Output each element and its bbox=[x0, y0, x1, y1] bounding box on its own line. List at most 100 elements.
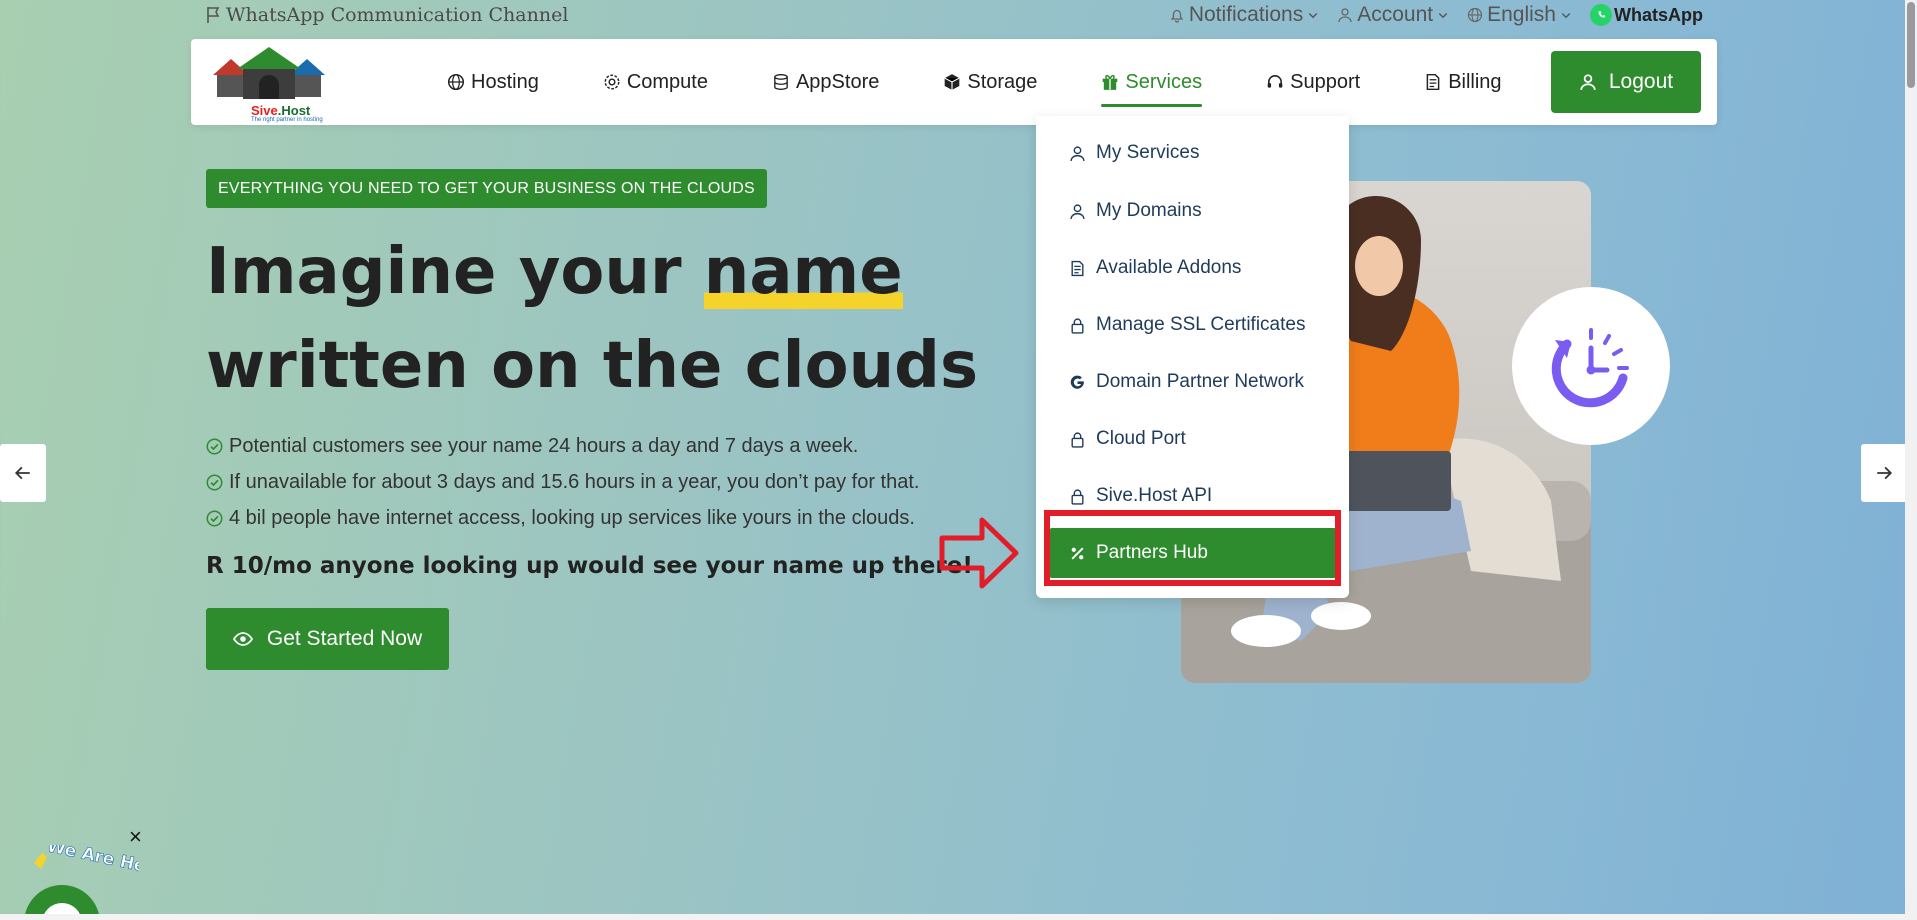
dropdown-label: Cloud Port bbox=[1096, 428, 1186, 449]
dropdown-label: Manage SSL Certificates bbox=[1096, 314, 1306, 335]
hero-title: Imagine your name written on the clouds bbox=[206, 225, 1026, 413]
nav-label: Support bbox=[1290, 70, 1361, 93]
clock-refresh-icon bbox=[1551, 328, 1629, 408]
chevron-down-icon bbox=[1308, 13, 1318, 19]
flag-icon bbox=[207, 7, 220, 23]
whatsapp-button[interactable]: WhatsApp bbox=[1590, 4, 1703, 26]
whatsapp-icon bbox=[1590, 4, 1612, 26]
nav-item-compute[interactable]: Compute bbox=[571, 39, 740, 125]
lock-icon bbox=[1071, 318, 1084, 334]
dropdown-item-my-domains[interactable]: My Domains bbox=[1049, 186, 1337, 236]
logo-tagline: The right partner in hosting bbox=[251, 117, 323, 123]
arrow-right-icon bbox=[1877, 466, 1893, 480]
nav-item-support[interactable]: Support bbox=[1234, 39, 1392, 125]
annotation-arrow-icon bbox=[938, 516, 1020, 595]
feature-list: Potential customers see your name 24 hou… bbox=[206, 428, 919, 536]
feature-text: 4 bil people have internet access, looki… bbox=[229, 506, 915, 529]
chat-widget-graphic: We Are He bbox=[24, 836, 148, 920]
nav-label: Compute bbox=[626, 70, 708, 93]
logout-button[interactable]: Logout bbox=[1551, 51, 1701, 113]
gift-icon bbox=[1103, 74, 1118, 90]
eye-icon bbox=[232, 632, 253, 646]
arrow-left-icon bbox=[14, 466, 30, 480]
lock-icon bbox=[1071, 489, 1084, 505]
dropdown-label: Domain Partner Network bbox=[1096, 371, 1305, 392]
box-icon bbox=[944, 74, 960, 90]
nav-label: Billing bbox=[1448, 70, 1502, 93]
lock-icon bbox=[1071, 432, 1084, 448]
logo-name: Sive.Host bbox=[251, 103, 311, 118]
feature-text: If unavailable for about 3 days and 15.6… bbox=[229, 470, 920, 493]
logo-huts-icon bbox=[213, 47, 325, 99]
nav-menu: Hosting Compute AppStore Storage Service… bbox=[415, 39, 1534, 125]
language-menu[interactable]: English bbox=[1467, 3, 1572, 27]
scrollbar-thumb[interactable] bbox=[1907, 2, 1915, 88]
nav-item-hosting[interactable]: Hosting bbox=[415, 39, 571, 125]
page-scrollbar[interactable] bbox=[1905, 0, 1917, 920]
slider-next-button[interactable] bbox=[1861, 444, 1907, 502]
price-line: R 10/mo anyone looking up would see your… bbox=[206, 553, 973, 579]
chevron-down-icon bbox=[1561, 13, 1571, 19]
slider-prev-button[interactable] bbox=[0, 444, 46, 502]
hero-title-part-a: Imagine your bbox=[206, 235, 704, 309]
dropdown-label: My Domains bbox=[1096, 200, 1202, 221]
hero-title-part-b: written on the clouds bbox=[206, 329, 979, 403]
whatsapp-channel-label: WhatsApp Communication Channel bbox=[226, 4, 569, 26]
dropdown-label: Sive.Host API bbox=[1096, 485, 1213, 506]
hero-title-highlight: name bbox=[703, 235, 903, 309]
nav-item-appstore[interactable]: AppStore bbox=[740, 39, 911, 125]
clock-badge bbox=[1512, 287, 1670, 445]
document-icon bbox=[1426, 73, 1440, 91]
bell-icon bbox=[1170, 9, 1184, 23]
dropdown-item-my-services[interactable]: My Services bbox=[1049, 128, 1337, 178]
nav-label: AppStore bbox=[795, 70, 880, 93]
sive-host-logo[interactable]: Sive.Host The right partner in hosting bbox=[209, 47, 329, 123]
list-item: Potential customers see your name 24 hou… bbox=[206, 428, 919, 464]
globe-icon bbox=[447, 73, 465, 91]
chat-widget[interactable]: We Are He bbox=[24, 836, 148, 920]
annotation-highlight-box bbox=[1044, 510, 1341, 586]
notifications-menu[interactable]: Notifications bbox=[1169, 3, 1319, 27]
chevron-down-icon bbox=[1438, 13, 1448, 19]
nav-label: Storage bbox=[967, 70, 1038, 93]
list-item: If unavailable for about 3 days and 15.6… bbox=[206, 464, 919, 500]
google-icon bbox=[1070, 375, 1084, 389]
dropdown-item-available-addons[interactable]: Available Addons bbox=[1049, 243, 1337, 293]
logout-label: Logout bbox=[1608, 70, 1674, 93]
user-icon bbox=[1338, 8, 1352, 23]
dropdown-item-manage-ssl[interactable]: Manage SSL Certificates bbox=[1049, 300, 1337, 350]
document-icon bbox=[1071, 260, 1084, 276]
nav-item-storage[interactable]: Storage bbox=[911, 39, 1069, 125]
check-circle-icon bbox=[206, 438, 223, 454]
nav-item-billing[interactable]: Billing bbox=[1392, 39, 1533, 125]
database-icon bbox=[774, 74, 788, 90]
utility-bar: WhatsApp Communication Channel Notificat… bbox=[0, 0, 1917, 32]
whatsapp-channel-link[interactable]: WhatsApp Communication Channel bbox=[206, 4, 568, 26]
svg-text:We Are He: We Are He bbox=[45, 845, 139, 877]
dropdown-label: Available Addons bbox=[1096, 257, 1242, 278]
notifications-label: Notifications bbox=[1188, 3, 1304, 26]
nav-item-services[interactable]: Services bbox=[1069, 39, 1234, 125]
list-item: 4 bil people have internet access, looki… bbox=[206, 500, 919, 536]
chat-widget-text: We Are He bbox=[45, 845, 139, 877]
account-menu[interactable]: Account bbox=[1337, 3, 1449, 27]
globe-icon bbox=[1468, 7, 1483, 23]
user-icon bbox=[1070, 203, 1085, 219]
gear-icon bbox=[604, 74, 620, 90]
language-label: English bbox=[1487, 3, 1556, 26]
dropdown-item-domain-partner-network[interactable]: Domain Partner Network bbox=[1049, 357, 1337, 407]
bottom-strip bbox=[0, 914, 1905, 920]
nav-label: Services bbox=[1125, 70, 1203, 93]
check-circle-icon bbox=[206, 474, 223, 490]
main-navbar: Sive.Host The right partner in hosting H… bbox=[191, 39, 1717, 125]
get-started-label: Get Started Now bbox=[266, 627, 423, 650]
hero-badge: EVERYTHING YOU NEED TO GET YOUR BUSINESS… bbox=[206, 169, 767, 208]
feature-text: Potential customers see your name 24 hou… bbox=[229, 434, 859, 457]
get-started-button[interactable]: Get Started Now bbox=[206, 608, 449, 670]
dropdown-item-cloud-port[interactable]: Cloud Port bbox=[1049, 414, 1337, 464]
user-icon bbox=[1580, 74, 1596, 90]
dropdown-label: My Services bbox=[1096, 142, 1200, 163]
nav-label: Hosting bbox=[471, 70, 539, 93]
headset-icon bbox=[1267, 75, 1283, 88]
account-label: Account bbox=[1357, 3, 1434, 26]
